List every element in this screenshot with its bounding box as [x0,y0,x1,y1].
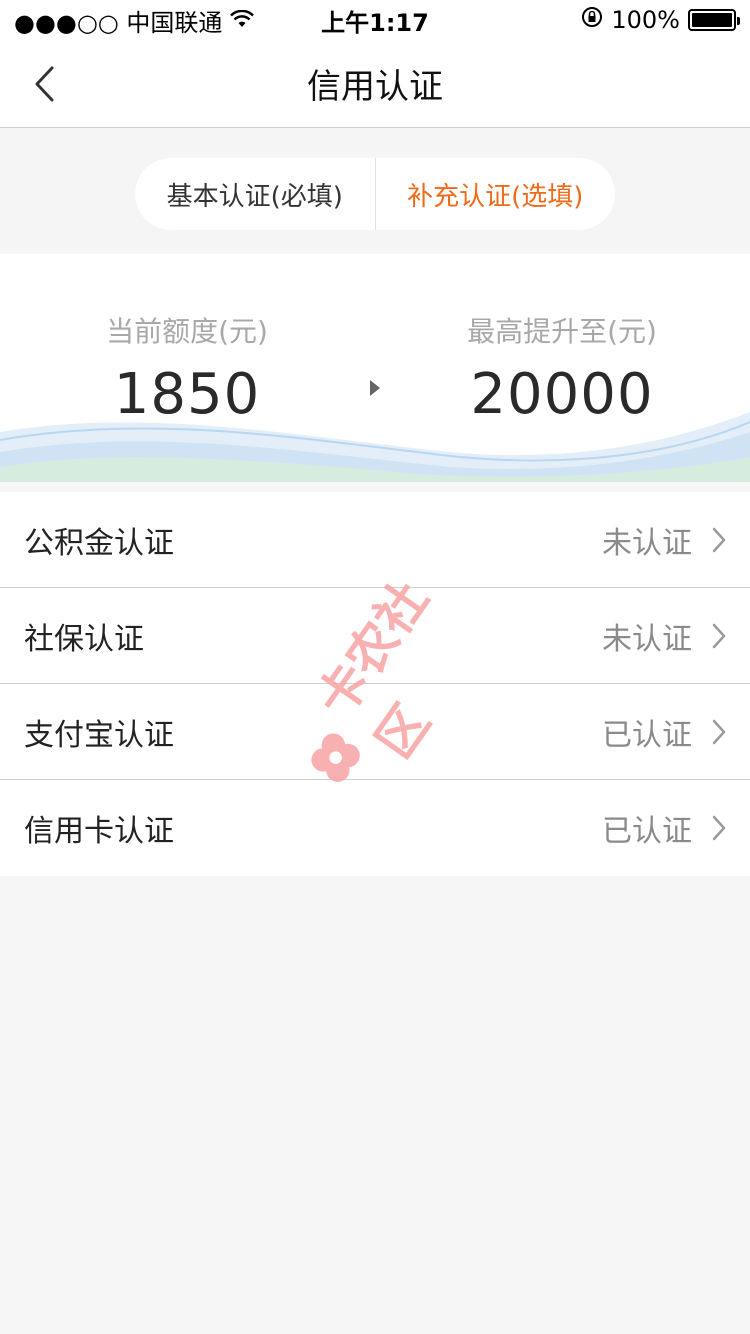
wave-decoration [0,412,750,482]
wifi-icon [230,6,255,34]
battery-icon [688,9,740,31]
nav-bar: 信用认证 [0,40,750,128]
back-chevron-icon [35,66,54,102]
chevron-right-icon [712,815,726,841]
orientation-lock-icon [581,6,603,34]
current-credit: 当前额度(元) 1850 [37,310,337,427]
tabs-area: 基本认证(必填) 补充认证(选填) [0,129,750,254]
item-right: 未认证 [602,614,726,658]
item-status: 已认证 [602,717,692,753]
item-label: 公积金认证 [24,525,174,561]
arrow-right-icon [370,380,380,396]
status-right: 100% [581,6,740,34]
item-label: 社保认证 [24,621,144,657]
credit-panel: 当前额度(元) 1850 最高提升至(元) 20000 [0,254,750,482]
chevron-right-icon [712,527,726,552]
item-status: 已认证 [602,814,692,849]
item-right: 已认证 [602,710,726,754]
item-status: 未认证 [602,621,692,657]
current-credit-label: 当前额度(元) [106,315,268,348]
item-label: 信用卡认证 [24,814,174,849]
chevron-right-icon [712,623,726,648]
item-label: 支付宝认证 [24,717,174,753]
max-credit: 最高提升至(元) 20000 [412,310,712,427]
battery-percent: 100% [611,6,680,34]
carrier-label: ●●●○○ 中国联通 [14,8,223,37]
max-credit-label: 最高提升至(元) [467,315,657,348]
status-left: ●●●○○ 中国联通 [14,3,255,38]
tab-supplementary-auth[interactable]: 补充认证(选填) [374,158,616,230]
item-status: 未认证 [602,525,692,561]
back-button[interactable] [24,60,64,108]
item-right: 未认证 [602,518,726,562]
status-bar: ●●●○○ 中国联通 上午1:17 100% [0,0,750,40]
item-right: 已认证 [602,806,726,850]
tab-basic-auth[interactable]: 基本认证(必填) [135,158,375,230]
segmented-control: 基本认证(必填) 补充认证(选填) [135,158,615,230]
page-title: 信用认证 [307,67,443,107]
chevron-right-icon [712,719,726,744]
